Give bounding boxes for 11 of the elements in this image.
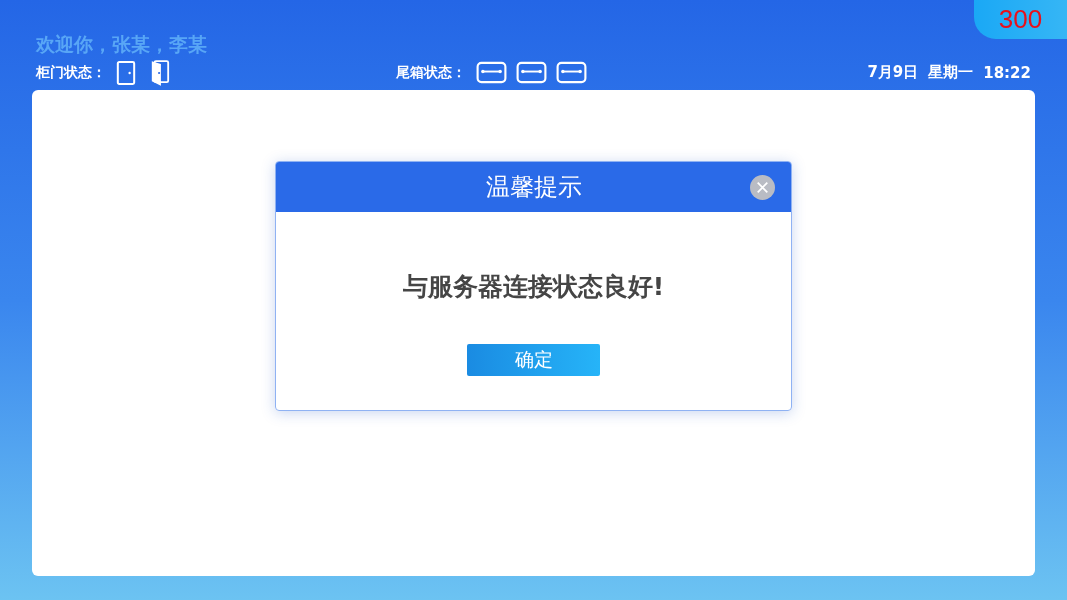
welcome-text: 欢迎你，张某，李某 (36, 32, 207, 57)
weekday-text: 星期一 (928, 63, 974, 82)
door-status-label: 柜门状态： (36, 63, 106, 82)
dialog-title: 温馨提示 (485, 172, 582, 203)
confirm-button[interactable]: 确定 (467, 344, 600, 376)
date-text: 7月9日 (867, 63, 919, 82)
trunk-status-label: 尾箱状态： (396, 63, 466, 82)
close-icon[interactable] (750, 175, 775, 200)
time-text: 18:22 (983, 63, 1031, 82)
countdown-badge: 300 (974, 0, 1067, 39)
dialog-message: 与服务器连接状态良好! (402, 271, 665, 303)
